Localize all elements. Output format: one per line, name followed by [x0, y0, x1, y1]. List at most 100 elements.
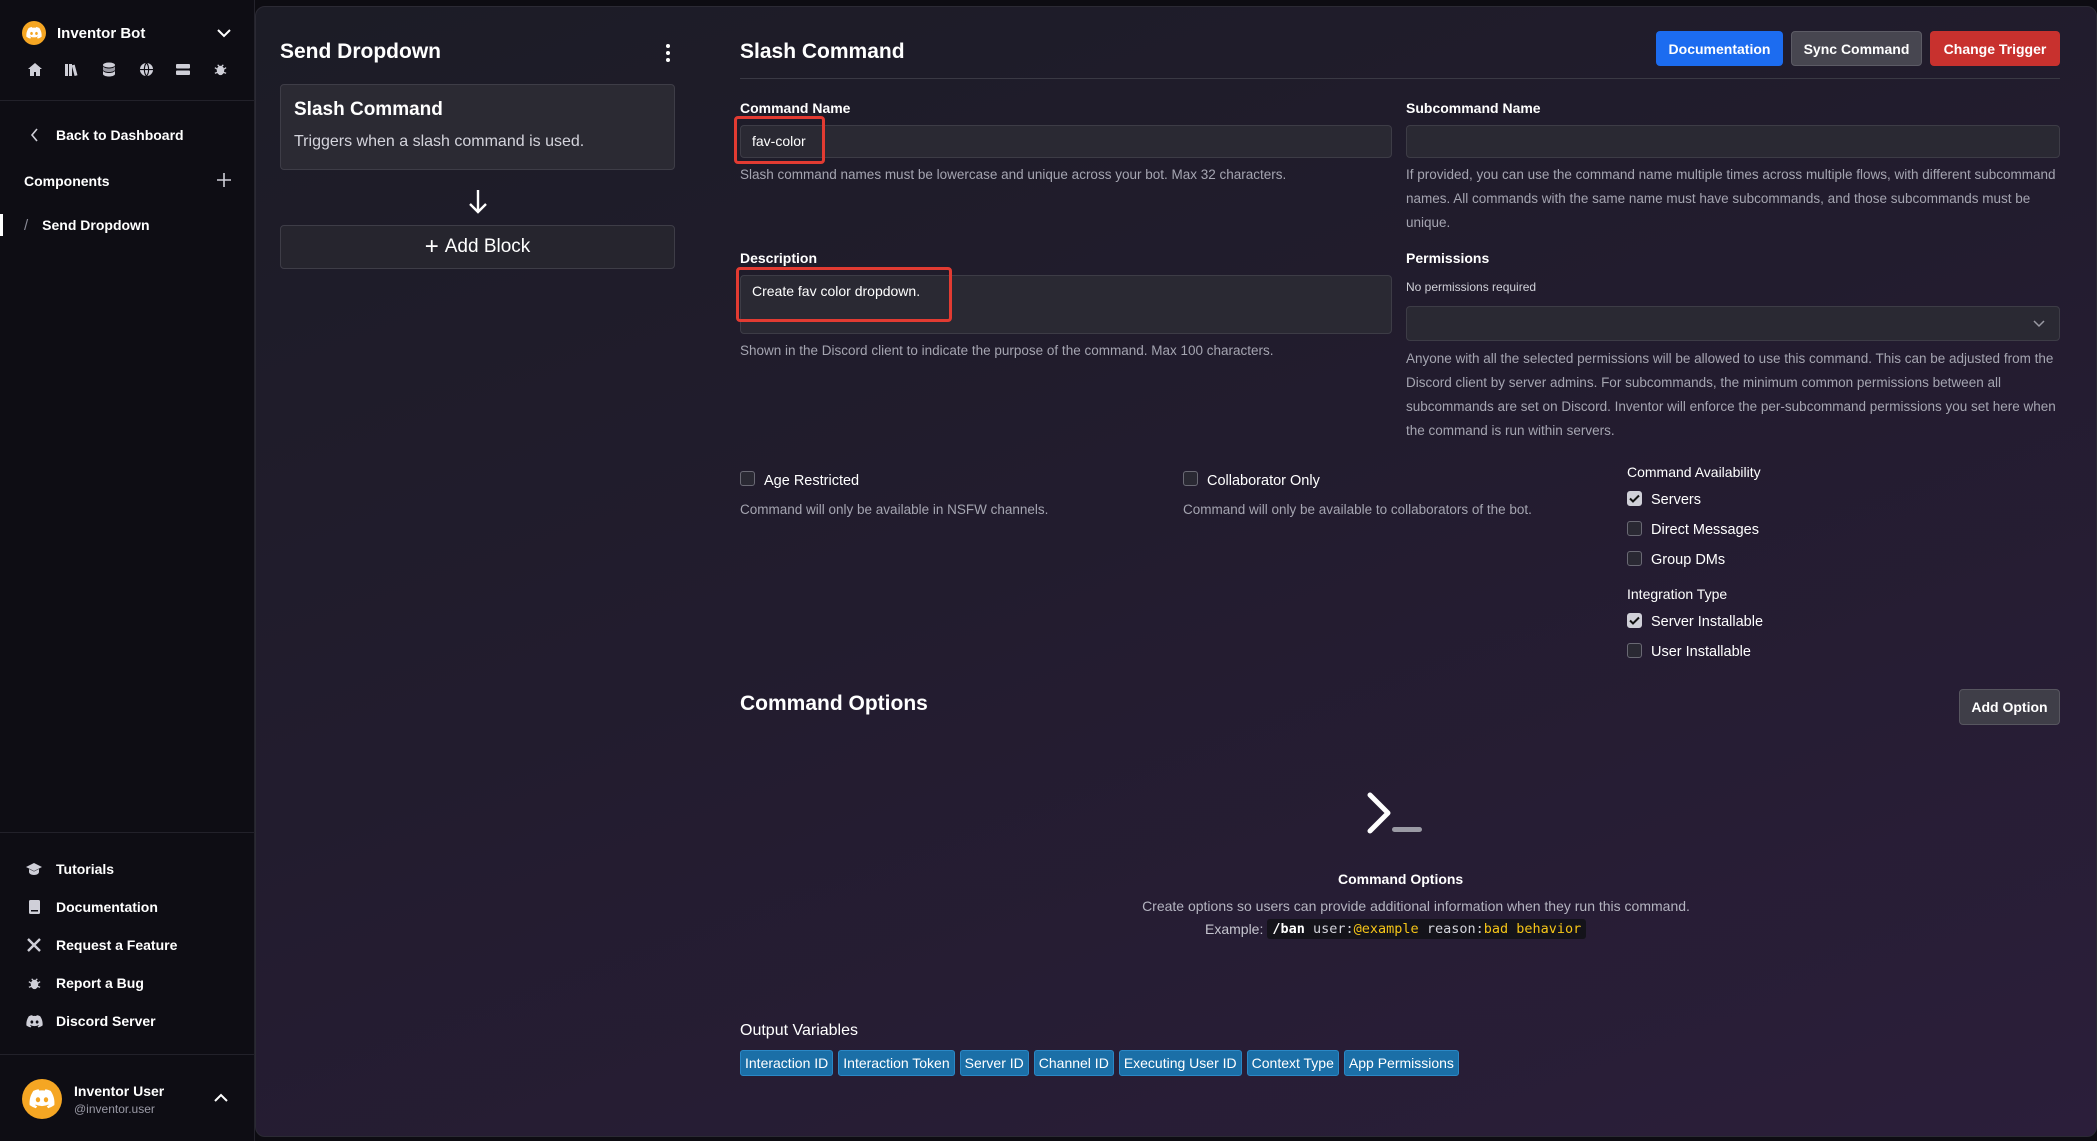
request-feature-link[interactable]: Request a Feature: [24, 934, 177, 956]
trigger-card[interactable]: Slash Command Triggers when a slash comm…: [280, 84, 675, 170]
chevron-left-icon: [24, 125, 44, 145]
arrow-down-icon: [464, 187, 492, 217]
back-to-dashboard-label: Back to Dashboard: [56, 127, 184, 143]
output-variable-chip[interactable]: Interaction Token: [838, 1050, 955, 1076]
components-header: Components: [24, 170, 234, 192]
description-help: Shown in the Discord client to indicate …: [740, 343, 1274, 358]
chevron-down-icon: [2033, 320, 2045, 328]
tutorials-label: Tutorials: [56, 861, 115, 877]
bot-name: Inventor Bot: [57, 24, 146, 42]
age-restricted-label: Age Restricted: [764, 473, 860, 489]
example-command: /ban: [1272, 921, 1305, 937]
documentation-label: Documentation: [56, 899, 158, 915]
plus-icon: +: [424, 233, 439, 260]
description-label: Description: [740, 250, 818, 266]
empty-state-description: Create options so users can provide addi…: [1142, 898, 1690, 914]
collaborator-only-checkbox[interactable]: [1183, 471, 1198, 486]
bot-switcher[interactable]: Inventor Bot: [22, 20, 234, 46]
form-title: Slash Command: [740, 40, 905, 63]
command-options-title: Command Options: [740, 692, 928, 715]
checkmark-icon: [1629, 494, 1640, 503]
collaborator-only-label: Collaborator Only: [1207, 473, 1320, 489]
user-installable-checkbox[interactable]: [1627, 643, 1642, 658]
permissions-label: Permissions: [1406, 250, 1490, 266]
output-variable-chip[interactable]: Interaction ID: [740, 1050, 834, 1076]
subcommand-name-input[interactable]: [1406, 125, 2060, 158]
database-icon[interactable]: [100, 60, 118, 78]
user-installable-label: User Installable: [1651, 644, 1751, 660]
group-dms-label: Group DMs: [1651, 552, 1726, 568]
documentation-button[interactable]: Documentation: [1656, 31, 1783, 66]
example-value: @example: [1353, 921, 1419, 937]
output-variable-chip[interactable]: Executing User ID: [1118, 1050, 1242, 1076]
report-bug-link[interactable]: Report a Bug: [24, 972, 144, 994]
discord-server-link[interactable]: Discord Server: [24, 1010, 156, 1032]
more-options-icon[interactable]: [656, 41, 680, 65]
trigger-description: Triggers when a slash command is used.: [294, 133, 585, 150]
discord-icon: [29, 1089, 55, 1109]
sidebar-divider: [0, 1054, 255, 1055]
library-icon[interactable]: [63, 60, 81, 78]
documentation-link[interactable]: Documentation: [24, 896, 158, 918]
group-dms-checkbox[interactable]: [1627, 551, 1642, 566]
output-variable-chip[interactable]: App Permissions: [1343, 1050, 1459, 1076]
checkmark-icon: [1629, 616, 1640, 625]
home-icon[interactable]: [26, 60, 44, 78]
command-availability-title: Command Availability: [1627, 464, 1761, 480]
user-handle: @inventor.user: [74, 1101, 155, 1116]
age-restricted-help: Command will only be available in NSFW c…: [740, 502, 1049, 517]
user-menu[interactable]: Inventor User @inventor.user: [22, 1078, 234, 1120]
highlight-box: [734, 116, 825, 164]
avatar: [22, 1079, 62, 1119]
output-variable-chip[interactable]: Server ID: [959, 1050, 1029, 1076]
tools-icon: [24, 935, 44, 955]
flow-title: Send Dropdown: [280, 40, 441, 63]
bug-icon: [24, 973, 44, 993]
chevron-down-icon[interactable]: [214, 23, 234, 43]
server-installable-checkbox[interactable]: [1627, 613, 1642, 628]
active-indicator: [0, 214, 3, 236]
direct-messages-checkbox[interactable]: [1627, 521, 1642, 536]
sidebar: Inventor Bot Back to Dashboard Component…: [0, 0, 255, 1141]
highlight-box: [736, 267, 952, 322]
collaborator-only-help: Command will only be available to collab…: [1183, 502, 1532, 517]
chevron-up-icon[interactable]: [214, 1089, 234, 1109]
discord-icon: [24, 1011, 44, 1031]
command-name-help: Slash command names must be lowercase an…: [740, 167, 1287, 182]
graduation-cap-icon: [24, 859, 44, 879]
command-name-label: Command Name: [740, 100, 851, 116]
output-variables-title: Output Variables: [740, 1022, 858, 1039]
subcommand-name-label: Subcommand Name: [1406, 100, 1541, 116]
age-restricted-checkbox[interactable]: [740, 471, 755, 486]
output-variable-chip[interactable]: Context Type: [1246, 1050, 1339, 1076]
change-trigger-button[interactable]: Change Trigger: [1930, 31, 2060, 66]
sync-command-button[interactable]: Sync Command: [1791, 31, 1922, 66]
add-component-icon[interactable]: [216, 172, 234, 190]
sidebar-divider: [0, 100, 255, 101]
permissions-help: Anyone with all the selected permissions…: [1406, 351, 2056, 438]
trigger-title: Slash Command: [294, 99, 443, 120]
example-value: bad behavior: [1483, 921, 1582, 937]
add-option-button[interactable]: Add Option: [1959, 689, 2060, 725]
sidebar-item-send-dropdown[interactable]: / Send Dropdown: [0, 213, 255, 237]
tutorials-link[interactable]: Tutorials: [24, 858, 114, 880]
command-name-input[interactable]: [740, 125, 1392, 158]
example-label: Example:: [1205, 921, 1264, 937]
example-code: /ban user:@example reason:bad behavior: [1267, 919, 1587, 939]
servers-checkbox[interactable]: [1627, 491, 1642, 506]
integration-type-title: Integration Type: [1627, 586, 1728, 602]
add-block-button[interactable]: + Add Block: [280, 225, 675, 269]
back-to-dashboard-link[interactable]: Back to Dashboard: [24, 124, 184, 146]
permissions-select[interactable]: [1406, 306, 2060, 341]
example-key: reason:: [1426, 921, 1484, 937]
report-bug-label: Report a Bug: [56, 975, 144, 991]
subcommand-name-help: If provided, you can use the command nam…: [1406, 167, 2056, 230]
globe-icon[interactable]: [137, 60, 155, 78]
discord-icon: [26, 27, 42, 39]
permissions-note: No permissions required: [1406, 280, 1537, 294]
terminal-icon: [1366, 791, 1426, 837]
server-icon[interactable]: [174, 60, 192, 78]
book-icon: [24, 897, 44, 917]
output-variable-chip[interactable]: Channel ID: [1033, 1050, 1114, 1076]
bug-icon[interactable]: [211, 60, 229, 78]
